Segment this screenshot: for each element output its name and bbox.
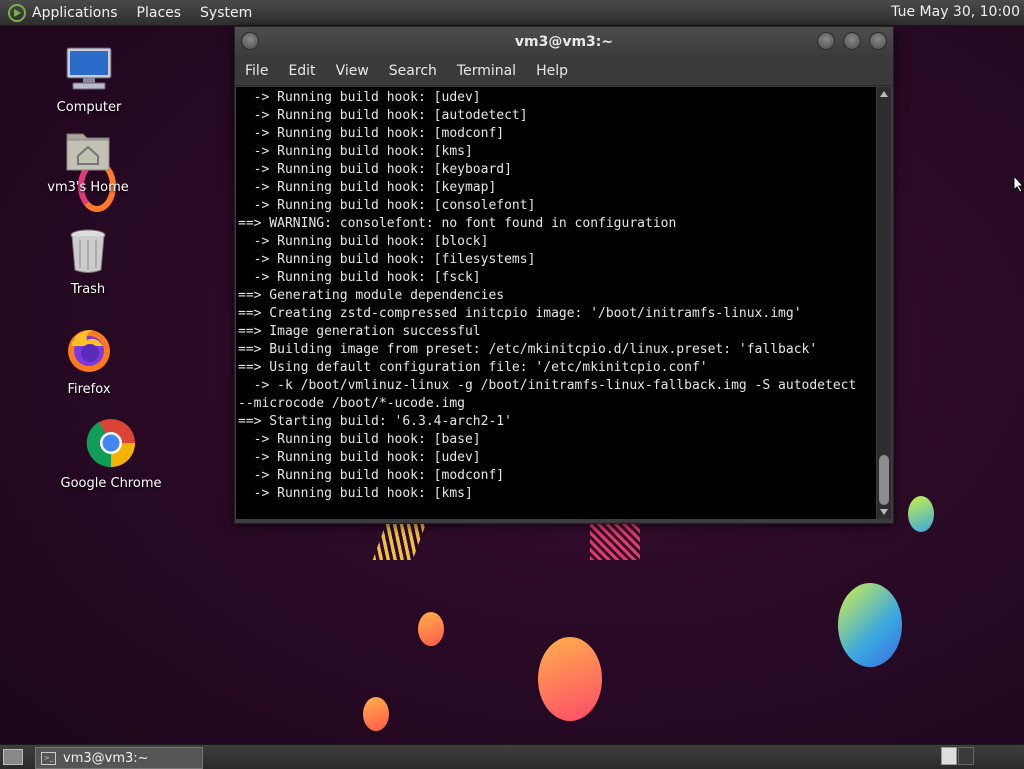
menu-edit[interactable]: Edit <box>288 63 315 79</box>
decor-blob <box>418 612 444 646</box>
top-panel: Applications Places System Tue May 30, 1… <box>0 0 1024 26</box>
scrollbar-thumb[interactable] <box>879 455 889 505</box>
decor-stripes <box>372 520 428 560</box>
menu-terminal[interactable]: Terminal <box>457 63 516 79</box>
trash-icon <box>33 228 143 278</box>
menu-file[interactable]: File <box>245 63 268 79</box>
taskbar-item-label: vm3@vm3:~ <box>63 750 149 766</box>
desktop-icon-chrome[interactable]: Google Chrome <box>56 418 166 491</box>
decor-blob <box>363 697 389 731</box>
menu-view[interactable]: View <box>336 63 369 79</box>
desktop-icon-label: Firefox <box>67 382 111 397</box>
desktop-icon-label: Trash <box>70 282 106 297</box>
scroll-down-icon[interactable] <box>880 509 888 515</box>
terminal-scrollbar[interactable] <box>877 87 891 519</box>
home-folder-icon <box>33 128 143 176</box>
terminal-output[interactable]: -> Running build hook: [udev] -> Running… <box>236 87 876 519</box>
workspace-2[interactable] <box>958 747 974 765</box>
menu-applications[interactable]: Applications <box>32 5 118 21</box>
terminal-menubar: File Edit View Search Terminal Help <box>235 57 893 86</box>
window-title: vm3@vm3:~ <box>514 34 614 50</box>
desktop-icon-label: vm3's Home <box>47 180 129 195</box>
desktop-icon-label: Computer <box>56 100 122 115</box>
maximize-icon[interactable] <box>843 32 861 50</box>
scroll-up-icon[interactable] <box>880 91 888 97</box>
menu-places[interactable]: Places <box>137 5 182 21</box>
desktop-icon-home[interactable]: vm3's Home <box>33 128 143 195</box>
menu-system[interactable]: System <box>200 5 252 21</box>
distro-logo-icon[interactable] <box>8 3 26 22</box>
bottom-panel: >_ vm3@vm3:~ <box>0 744 1024 769</box>
desktop-icon-label: Google Chrome <box>60 476 162 491</box>
minimize-icon[interactable] <box>817 32 835 50</box>
clock[interactable]: Tue May 30, 10:00 <box>891 4 1020 20</box>
mouse-cursor-icon <box>1013 174 1024 197</box>
desktop-icon-firefox[interactable]: Firefox <box>34 326 144 397</box>
terminal-icon: >_ <box>41 751 56 765</box>
terminal-window[interactable]: vm3@vm3:~ File Edit View Search Terminal… <box>234 26 894 524</box>
window-titlebar[interactable]: vm3@vm3:~ <box>235 27 893 57</box>
desktop-icon-computer[interactable]: Computer <box>34 46 144 115</box>
decor-blob <box>908 496 934 532</box>
terminal-text: -> Running build hook: [udev] -> Running… <box>238 90 857 501</box>
taskbar-item-terminal[interactable]: >_ vm3@vm3:~ <box>35 747 203 769</box>
decor-stripes <box>590 520 640 560</box>
computer-icon <box>34 46 144 96</box>
show-desktop-icon[interactable] <box>3 749 23 765</box>
chrome-icon <box>56 418 166 472</box>
desktop-icon-trash[interactable]: Trash <box>33 228 143 297</box>
decor-blob <box>838 583 902 667</box>
workspace-1[interactable] <box>941 747 957 765</box>
decor-blob <box>538 637 602 721</box>
close-icon[interactable] <box>869 32 887 50</box>
menu-help[interactable]: Help <box>536 63 568 79</box>
firefox-icon <box>34 326 144 378</box>
menu-search[interactable]: Search <box>389 63 437 79</box>
